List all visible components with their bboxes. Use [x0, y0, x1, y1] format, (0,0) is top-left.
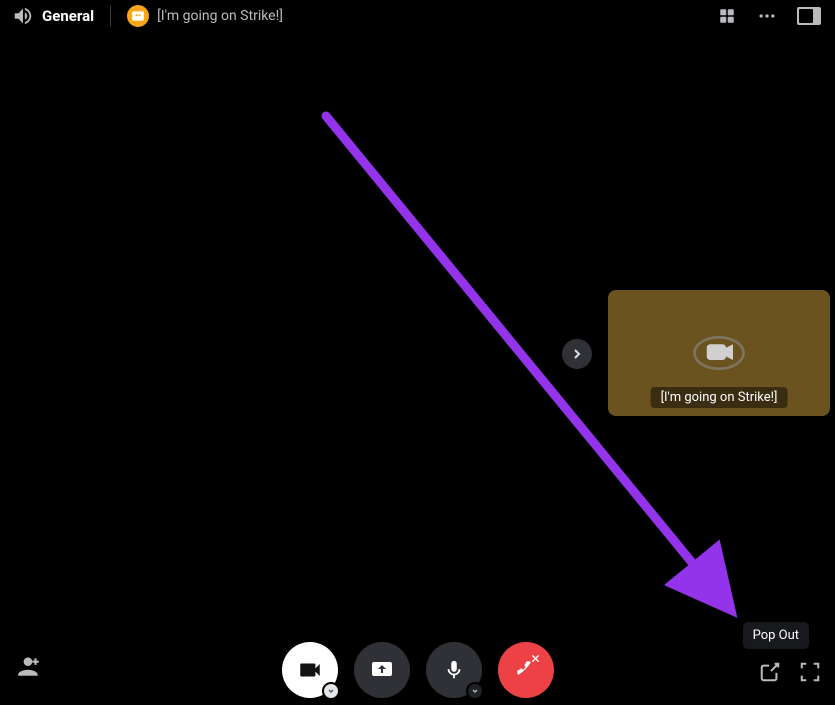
- grid-view-icon[interactable]: [717, 6, 737, 26]
- call-controls: [282, 642, 554, 698]
- more-icon[interactable]: [757, 6, 777, 26]
- channel-name: General: [42, 7, 94, 25]
- screen-share-button[interactable]: [354, 642, 410, 698]
- participant-tile[interactable]: [I'm going on Strike!]: [608, 290, 830, 416]
- bottom-bar: [0, 635, 835, 705]
- header-bar: General [I'm going on Strike!]: [0, 0, 835, 32]
- user-name: [I'm going on Strike!]: [157, 8, 283, 24]
- user-badge[interactable]: [I'm going on Strike!]: [127, 5, 283, 27]
- avatar: [127, 5, 149, 27]
- fullscreen-button[interactable]: [799, 661, 821, 683]
- pop-out-button[interactable]: [759, 661, 781, 683]
- camera-avatar-icon: [691, 332, 747, 374]
- participant-label: [I'm going on Strike!]: [651, 387, 788, 408]
- header-right: [717, 6, 821, 26]
- header-left: General [I'm going on Strike!]: [12, 5, 283, 27]
- invite-button[interactable]: [16, 653, 42, 679]
- camera-button[interactable]: [282, 642, 338, 698]
- mic-button[interactable]: [426, 642, 482, 698]
- bottom-right-controls: [759, 661, 821, 683]
- disconnect-button[interactable]: [498, 642, 554, 698]
- speaker-icon: [12, 5, 34, 27]
- next-participant-button[interactable]: [562, 339, 592, 369]
- mic-options-button[interactable]: [466, 682, 484, 700]
- divider: [110, 6, 111, 26]
- camera-options-button[interactable]: [322, 682, 340, 700]
- chat-panel-icon[interactable]: [797, 7, 821, 25]
